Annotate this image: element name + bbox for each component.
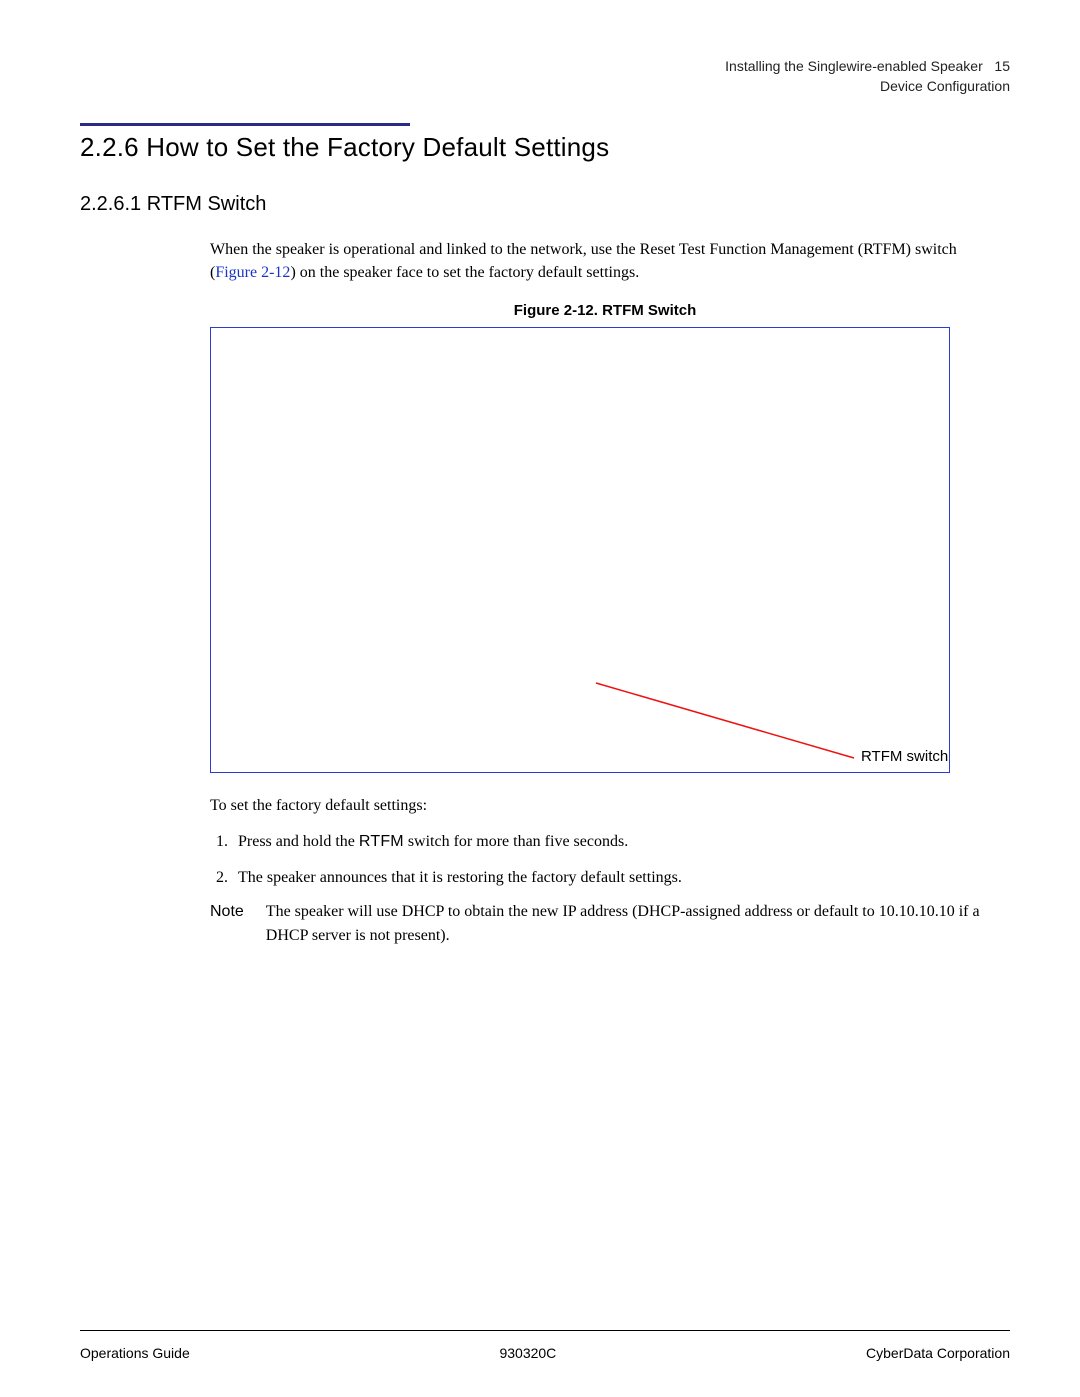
running-header-page-number: 15 — [994, 58, 1010, 74]
intro-post: ) on the speaker face to set the factory… — [290, 264, 639, 281]
step1-post: switch for more than five seconds. — [404, 833, 628, 850]
section-rule — [80, 123, 410, 126]
section-heading: 2.2.6 How to Set the Factory Default Set… — [80, 132, 1010, 163]
callout-leader-line — [211, 328, 951, 774]
section-title: How to Set the Factory Default Settings — [146, 132, 609, 162]
step2-text: The speaker announces that it is restori… — [238, 869, 682, 886]
running-header: Installing the Singlewire-enabled Speake… — [80, 56, 1010, 97]
intro-paragraph: When the speaker is operational and link… — [210, 238, 1000, 284]
figure-callout-label: RTFM switch — [861, 748, 948, 765]
figure-cross-reference[interactable]: Figure 2-12 — [215, 264, 290, 281]
figure-box: RTFM switch — [210, 327, 950, 773]
running-header-title: Installing the Singlewire-enabled Speake… — [725, 58, 983, 74]
note-label: Note — [210, 900, 244, 948]
running-header-subtitle: Device Configuration — [880, 78, 1010, 94]
body-content: When the speaker is operational and link… — [210, 238, 1000, 949]
footer-left: Operations Guide — [80, 1345, 190, 1361]
footer-rule — [80, 1330, 1010, 1331]
subsection-heading: 2.2.6.1 RTFM Switch — [80, 193, 1010, 216]
step-item-2: The speaker announces that it is restori… — [232, 865, 1000, 891]
subsection-title: RTFM Switch — [147, 193, 267, 215]
step1-pre: Press and hold the — [238, 833, 359, 850]
note-text: The speaker will use DHCP to obtain the … — [266, 900, 1000, 948]
section-number: 2.2.6 — [80, 132, 139, 162]
note-block: Note The speaker will use DHCP to obtain… — [210, 900, 1000, 948]
steps-lead-in: To set the factory default settings: — [210, 797, 1000, 815]
step1-rtfm-term: RTFM — [359, 833, 404, 850]
subsection-number: 2.2.6.1 — [80, 193, 141, 215]
steps-list: Press and hold the RTFM switch for more … — [232, 829, 1000, 890]
step-item-1: Press and hold the RTFM switch for more … — [232, 829, 1000, 855]
footer-center: 930320C — [499, 1345, 556, 1361]
figure-caption: Figure 2-12. RTFM Switch — [210, 302, 1000, 319]
document-page: Installing the Singlewire-enabled Speake… — [0, 0, 1080, 1397]
footer-right: CyberData Corporation — [866, 1345, 1010, 1361]
page-footer: Operations Guide 930320C CyberData Corpo… — [80, 1345, 1010, 1361]
